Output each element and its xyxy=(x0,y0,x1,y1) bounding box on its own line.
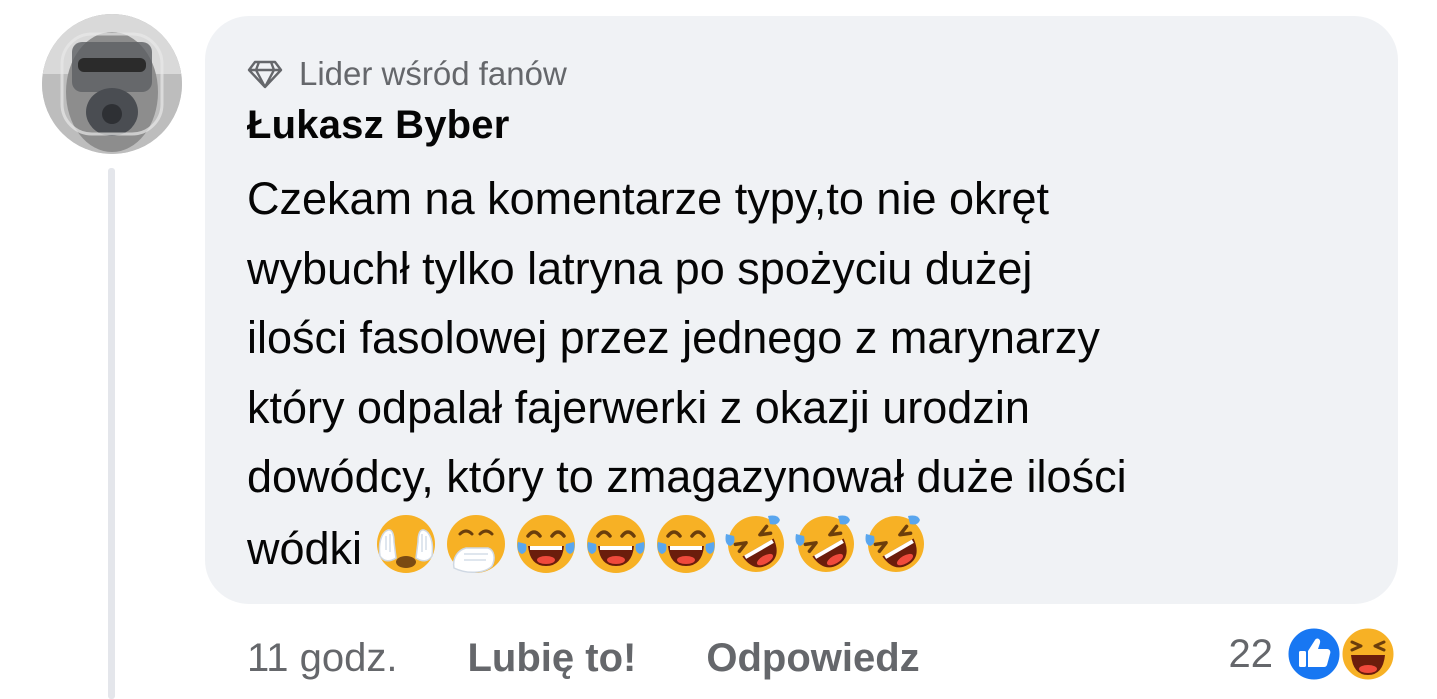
rolling-on-floor-laughing-emoji xyxy=(725,515,785,572)
timestamp[interactable]: 11 godz. xyxy=(247,636,398,681)
comment-text: Czekam na komentarze typy,to nie okręt w… xyxy=(247,164,1367,583)
tears-of-joy-emoji xyxy=(517,514,576,573)
tears-of-joy-emoji xyxy=(657,514,716,573)
hand-over-mouth-emoji xyxy=(447,514,506,573)
comment-line: dowódcy, który to zmagazynował duże iloś… xyxy=(247,451,1127,502)
badge-label: Lider wśród fanów xyxy=(299,55,567,92)
rolling-on-floor-laughing-emoji xyxy=(795,515,855,572)
face-with-hands-over-eyes-emoji xyxy=(377,514,436,573)
avatar[interactable] xyxy=(42,14,182,154)
reaction-count: 22 xyxy=(1228,631,1274,676)
comment-actions: 11 godz. Lubię to! Odpowiedz xyxy=(247,628,920,688)
like-reaction-icon xyxy=(1285,625,1343,683)
comment-line: który odpalał fajerwerki z okazji urodzi… xyxy=(247,381,1030,433)
author-name[interactable]: Łukasz Byber xyxy=(247,100,1398,150)
rolling-on-floor-laughing-emoji xyxy=(865,515,925,572)
reactions-summary[interactable]: 22 xyxy=(1229,622,1398,686)
comment-bubble: Lider wśród fanów Łukasz Byber Czekam na… xyxy=(205,16,1398,604)
tears-of-joy-emoji xyxy=(587,514,646,573)
comment-line: Czekam na komentarze typy,to nie okręt xyxy=(247,173,1050,224)
comment-line: wybuchł tylko latryna po spożyciu dużej xyxy=(247,242,1033,294)
top-fan-badge[interactable]: Lider wśród fanów xyxy=(247,54,1398,94)
reply-button[interactable]: Odpowiedz xyxy=(706,636,919,681)
emoji-row xyxy=(374,512,928,576)
avatar-image xyxy=(42,14,182,154)
thread-line xyxy=(108,168,115,699)
diamond-icon xyxy=(247,60,283,89)
comment-thread: Lider wśród fanów Łukasz Byber Czekam na… xyxy=(0,0,1437,699)
comment-last-line: wódki xyxy=(247,512,1367,584)
comment-line: wódki xyxy=(247,522,363,574)
comment-line: ilości fasolowej przez jednego z marynar… xyxy=(247,312,1100,363)
haha-reaction-icon xyxy=(1339,625,1397,683)
like-button[interactable]: Lubię to! xyxy=(468,636,637,681)
